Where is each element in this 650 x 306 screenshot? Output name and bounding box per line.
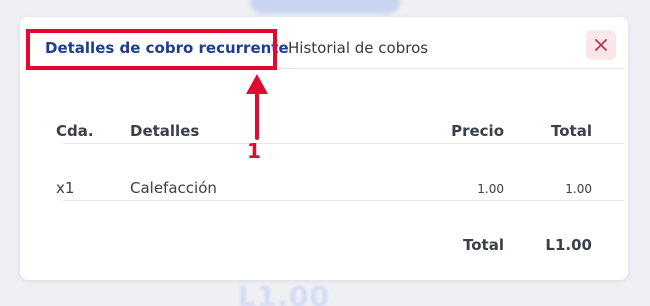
row-qty: x1 [56, 179, 75, 197]
column-header-qty: Cda. [56, 122, 94, 140]
annotation-arrow-icon [246, 74, 268, 140]
total-label: Total [463, 236, 504, 254]
column-header-total: Total [551, 122, 592, 140]
close-button[interactable] [586, 30, 616, 60]
annotation-number: 1 [247, 139, 261, 163]
row-details: Calefacción [130, 179, 217, 197]
close-icon [595, 39, 607, 51]
row-total: 1.00 [565, 182, 592, 196]
tab-charge-history[interactable]: Historial de cobros [288, 33, 428, 69]
recurring-charge-panel: Detalles de cobro recurrente Historial d… [20, 17, 628, 280]
tab-bar: Detalles de cobro recurrente Historial d… [20, 17, 624, 69]
header-divider [63, 143, 625, 144]
background-amount: L1.00 [238, 280, 330, 306]
row-divider [63, 200, 625, 201]
total-value: L1.00 [545, 236, 592, 254]
column-header-details: Detalles [130, 122, 200, 140]
column-header-price: Precio [451, 122, 504, 140]
background-banner [250, 0, 400, 14]
tab-recurring-details[interactable]: Detalles de cobro recurrente [30, 33, 289, 69]
row-price: 1.00 [477, 182, 504, 196]
